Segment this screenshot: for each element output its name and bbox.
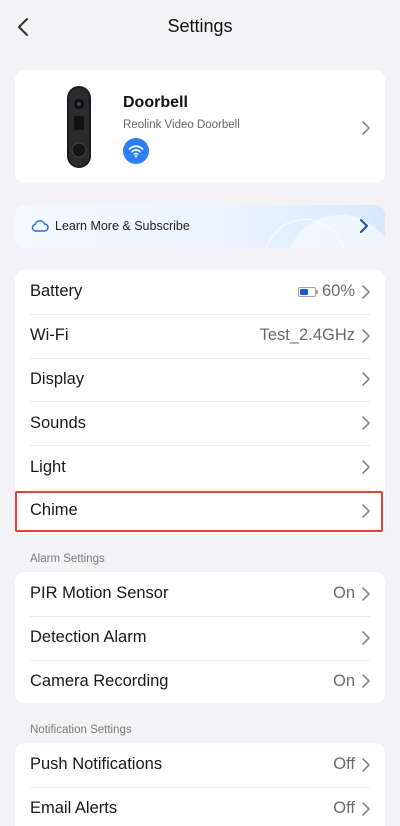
banner-text: Learn More & Subscribe [55, 219, 190, 233]
row-label: Display [30, 369, 85, 388]
light-row[interactable]: Light [15, 445, 385, 489]
pir-motion-sensor-row[interactable]: PIR Motion Sensor On [15, 572, 385, 616]
device-name: Doorbell [123, 94, 188, 111]
chevron-right-icon [362, 372, 370, 387]
row-value: 60% [297, 282, 355, 301]
header: Settings [0, 0, 400, 54]
email-alerts-row[interactable]: Email Alerts Off [15, 786, 385, 826]
row-label: Push Notifications [30, 755, 163, 774]
chevron-right-icon [362, 504, 370, 518]
page-title: Settings [167, 16, 233, 36]
chevron-right-icon [362, 416, 370, 431]
section-label-alarm: Alarm Settings [30, 553, 105, 565]
display-row[interactable]: Display [15, 357, 385, 402]
chevron-right-icon [362, 801, 370, 816]
battery-row[interactable]: Battery 60% [15, 270, 385, 314]
battery-percent: 60% [321, 282, 355, 301]
settings-screen: Settings Doorbell Reolink Video Doorbell [0, 0, 400, 826]
row-label: PIR Motion Sensor [30, 584, 169, 603]
battery-icon [297, 286, 318, 297]
chevron-right-icon [362, 328, 370, 343]
chevron-right-icon [362, 121, 370, 135]
chevron-right-icon [360, 219, 368, 233]
wifi-badge [123, 138, 149, 164]
chevron-right-icon [362, 460, 370, 474]
device-card[interactable]: Doorbell Reolink Video Doorbell [15, 70, 385, 183]
detection-alarm-row[interactable]: Detection Alarm [15, 615, 385, 660]
wifi-row[interactable]: Wi-Fi Test_2.4GHz [15, 313, 385, 358]
chevron-right-icon [362, 674, 370, 689]
alarm-settings-group: PIR Motion Sensor On Detection Alarm Cam… [15, 572, 385, 703]
sounds-row[interactable]: Sounds [15, 401, 385, 445]
doorbell-device-image [67, 86, 91, 168]
row-label: Detection Alarm [30, 628, 147, 647]
wifi-icon [128, 145, 144, 158]
row-label: Camera Recording [30, 671, 169, 690]
row-label: Light [30, 457, 66, 476]
cloud-icon [31, 220, 49, 232]
chime-row[interactable]: Chime [15, 488, 385, 533]
row-value: Off [333, 799, 355, 818]
chevron-right-icon [362, 587, 370, 601]
row-label: Battery [30, 282, 83, 301]
battery-fill [299, 288, 308, 295]
row-label: Wi-Fi [30, 326, 69, 345]
chevron-right-icon [362, 758, 370, 772]
push-notifications-row[interactable]: Push Notifications Off [15, 743, 385, 787]
row-value: Test_2.4GHz [259, 326, 355, 345]
row-value: On [332, 671, 355, 690]
row-value: Off [333, 755, 355, 774]
chevron-right-icon [362, 630, 370, 645]
device-model: Reolink Video Doorbell [123, 119, 240, 131]
row-label: Sounds [30, 413, 86, 432]
subscribe-banner[interactable]: Learn More & Subscribe [15, 205, 385, 248]
device-settings-group: Battery 60% Wi-Fi Test_2.4GHz Display So… [15, 270, 385, 534]
section-label-notification: Notification Settings [30, 724, 132, 736]
notification-settings-group: Push Notifications Off Email Alerts Off [15, 743, 385, 826]
camera-recording-row[interactable]: Camera Recording On [15, 659, 385, 704]
row-label: Email Alerts [30, 799, 118, 818]
row-label: Chime [30, 501, 78, 520]
chevron-right-icon [362, 285, 370, 299]
row-value: On [332, 584, 355, 603]
